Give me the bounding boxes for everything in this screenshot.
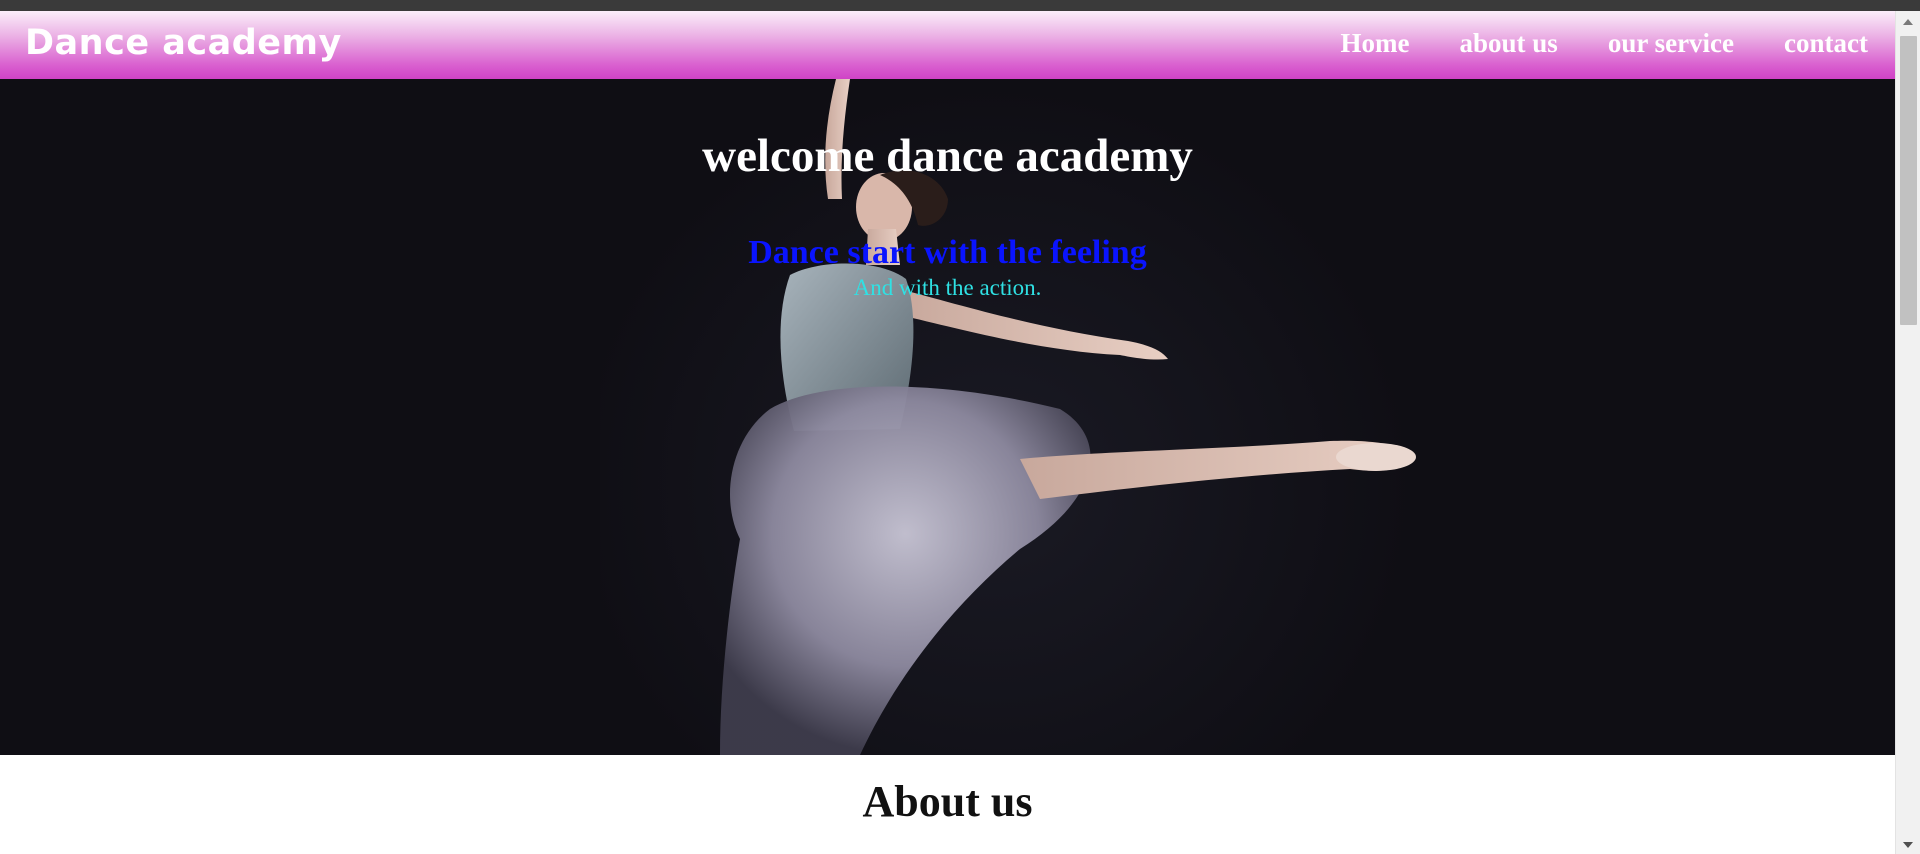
hero-tagline: And with the action. [853,275,1042,300]
hero-title: welcome dance academy [702,130,1193,182]
scroll-up-arrow-icon[interactable] [1903,19,1913,25]
scrollbar-thumb[interactable] [1900,36,1917,325]
hero-subtitle: Dance start with the feeling [748,234,1147,271]
nav-links: Home about us our service contact [1341,28,1868,59]
vertical-scrollbar[interactable] [1895,11,1920,854]
hero-banner: welcome dance academy Dance start with t… [0,79,1895,755]
about-us-heading: About us [862,777,1033,826]
nav-link-about-us[interactable]: about us [1460,28,1558,59]
navbar: Dance academy Home about us our service … [0,11,1895,79]
brand-logo[interactable]: Dance academy [25,23,342,63]
nav-link-contact[interactable]: contact [1784,28,1868,59]
nav-link-home[interactable]: Home [1341,28,1410,59]
scroll-down-arrow-icon[interactable] [1903,842,1913,848]
nav-link-our-service[interactable]: our service [1608,28,1734,59]
page: Dance academy Home about us our service … [0,11,1895,854]
